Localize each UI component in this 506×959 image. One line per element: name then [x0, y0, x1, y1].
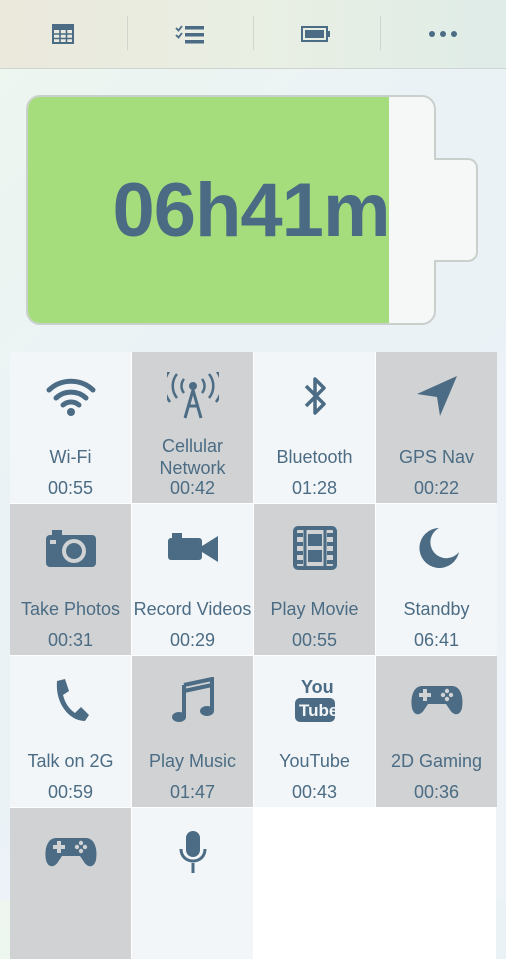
- microphone-icon: [132, 826, 253, 878]
- activity-tile[interactable]: Cellular Network 00:42: [132, 352, 253, 503]
- activity-label: Talk on 2G: [10, 738, 131, 784]
- activity-time: 01:28: [254, 478, 375, 499]
- activity-label: Play Movie: [254, 586, 375, 632]
- battery-gauge: 06h41m: [26, 95, 436, 325]
- battery-remaining-time: 06h41m: [28, 97, 434, 323]
- phone-icon: [10, 674, 131, 726]
- toolbar-checklist-button[interactable]: [127, 0, 254, 68]
- toolbar-table-button[interactable]: [0, 0, 127, 68]
- more-icon: [428, 30, 458, 38]
- activity-label: YouTube: [254, 738, 375, 784]
- activity-time: 00:55: [10, 478, 131, 499]
- bluetooth-icon: [254, 370, 375, 422]
- activity-time: 00:42: [132, 478, 253, 499]
- moon-icon: [376, 522, 497, 574]
- navigation-arrow-icon: [376, 370, 497, 422]
- activity-time: 01:47: [132, 782, 253, 803]
- activity-tile[interactable]: Talk on 2G 00:59: [10, 656, 131, 807]
- youtube-icon: You Tube: [254, 674, 375, 726]
- activity-tile[interactable]: Play Movie 00:55: [254, 504, 375, 655]
- activity-tile[interactable]: Bluetooth 01:28: [254, 352, 375, 503]
- activity-tile[interactable]: Wi-Fi 00:55: [10, 352, 131, 503]
- activity-tile[interactable]: Take Photos 00:31: [10, 504, 131, 655]
- activity-grid: Wi-Fi 00:55 Cellular Network 00:42 Bluet…: [10, 352, 496, 959]
- activity-tile[interactable]: Play Music 01:47: [132, 656, 253, 807]
- activity-label: Play Music: [132, 738, 253, 784]
- activity-time: 00:36: [376, 782, 497, 803]
- activity-time: 00:22: [376, 478, 497, 499]
- activity-label: [132, 890, 253, 936]
- battery-terminal: [434, 158, 478, 262]
- svg-text:Tube: Tube: [299, 701, 337, 720]
- checklist-icon: [175, 24, 205, 44]
- activity-label: Record Videos: [132, 586, 253, 632]
- activity-tile[interactable]: Record Videos 00:29: [132, 504, 253, 655]
- activity-tile[interactable]: YouTube YouTube 00:43: [254, 656, 375, 807]
- activity-time: 00:43: [254, 782, 375, 803]
- camera-icon: [10, 522, 131, 574]
- activity-tile[interactable]: [10, 808, 131, 959]
- activity-tile[interactable]: Standby 06:41: [376, 504, 497, 655]
- activity-label: Wi-Fi: [10, 434, 131, 480]
- film-icon: [254, 522, 375, 574]
- svg-text:You: You: [301, 677, 334, 697]
- gamepad-icon: [376, 674, 497, 726]
- activity-tile[interactable]: [132, 808, 253, 959]
- activity-label: Bluetooth: [254, 434, 375, 480]
- gamepad-icon: [10, 826, 131, 878]
- wifi-icon: [10, 370, 131, 422]
- activity-time: 00:29: [132, 630, 253, 651]
- activity-time: 06:41: [376, 630, 497, 651]
- activity-time: 00:31: [10, 630, 131, 651]
- activity-label: Standby: [376, 586, 497, 632]
- video-camera-icon: [132, 522, 253, 574]
- music-note-icon: [132, 674, 253, 726]
- battery-icon: [301, 25, 331, 43]
- activity-label: [10, 890, 131, 936]
- cell-tower-icon: [132, 370, 253, 422]
- activity-label: Cellular Network: [132, 434, 253, 480]
- activity-label: 2D Gaming: [376, 738, 497, 784]
- table-icon: [52, 24, 74, 44]
- activity-tile[interactable]: 2D Gaming 00:36: [376, 656, 497, 807]
- activity-label: GPS Nav: [376, 434, 497, 480]
- activity-tile[interactable]: GPS Nav 00:22: [376, 352, 497, 503]
- activity-time: 00:59: [10, 782, 131, 803]
- activity-label: Take Photos: [10, 586, 131, 632]
- toolbar-more-button[interactable]: [380, 0, 506, 68]
- toolbar-battery-button[interactable]: [253, 0, 380, 68]
- top-toolbar: [0, 0, 506, 69]
- activity-time: 00:55: [254, 630, 375, 651]
